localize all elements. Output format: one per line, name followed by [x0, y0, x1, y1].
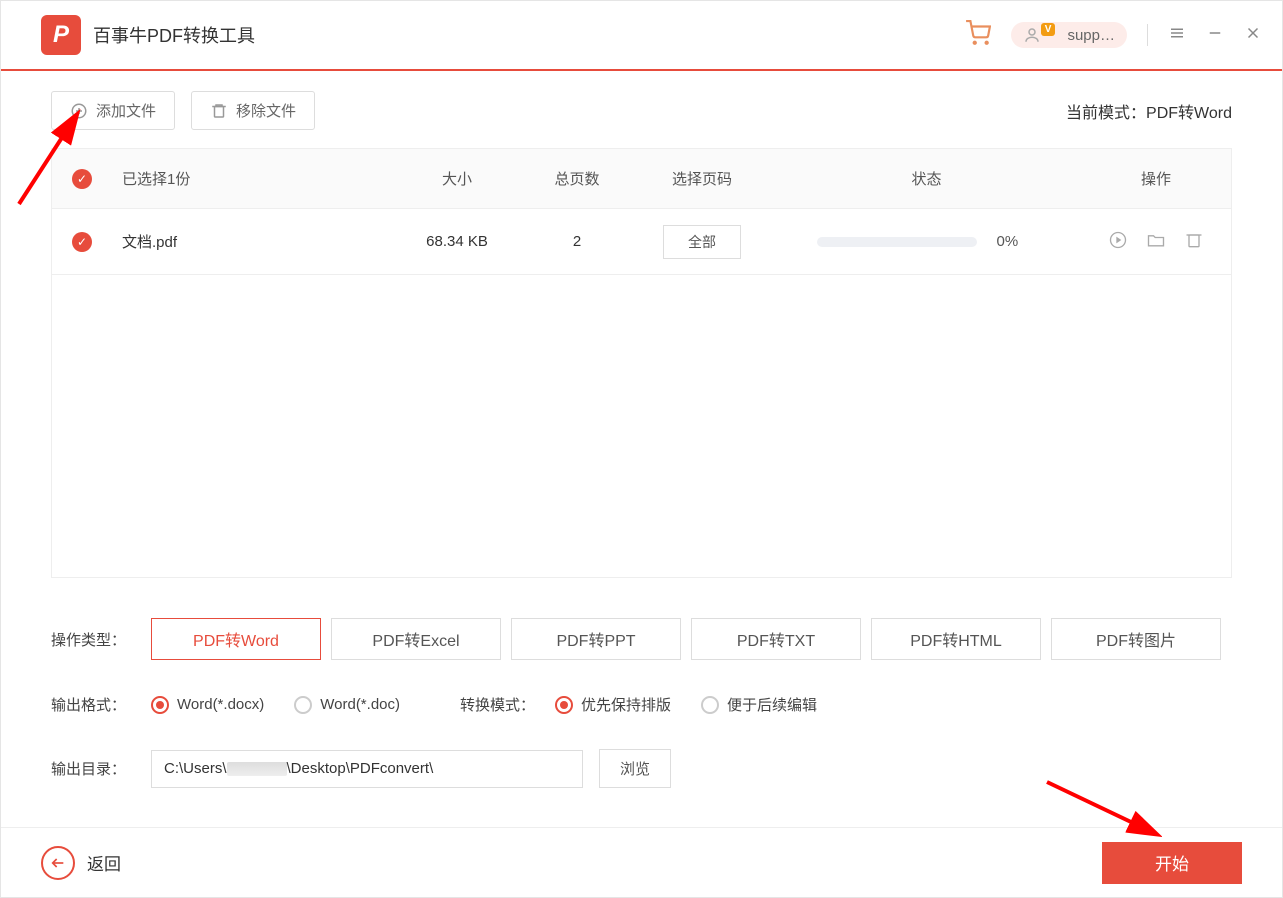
current-mode-label: 当前模式：PDF转Word — [1066, 99, 1232, 123]
radio-icon — [555, 696, 573, 714]
app-title: 百事牛PDF转换工具 — [93, 22, 255, 48]
col-selected: 已选择1份 — [112, 168, 392, 189]
file-pages: 2 — [522, 233, 632, 250]
options-panel: 操作类型： PDF转Word PDF转Excel PDF转PPT PDF转TXT… — [51, 578, 1232, 788]
operation-type-row: 操作类型： PDF转Word PDF转Excel PDF转PPT PDF转TXT… — [51, 618, 1232, 660]
user-icon — [1023, 26, 1041, 44]
select-all-checkbox[interactable]: ✓ — [72, 169, 92, 189]
table-row: ✓ 文档.pdf 68.34 KB 2 全部 0% — [52, 209, 1231, 275]
type-pdf-to-html[interactable]: PDF转HTML — [871, 618, 1041, 660]
select-pages-button[interactable]: 全部 — [663, 225, 741, 259]
mode-layout-radio[interactable]: 优先保持排版 — [555, 694, 671, 715]
col-pages: 总页数 — [522, 168, 632, 189]
cart-icon[interactable] — [965, 20, 991, 51]
table-header: ✓ 已选择1份 大小 总页数 选择页码 状态 操作 — [52, 149, 1231, 209]
file-size: 68.34 KB — [392, 233, 522, 250]
back-arrow-icon — [41, 846, 75, 880]
user-chip[interactable]: V supp… — [1011, 22, 1127, 48]
titlebar: P 百事牛PDF转换工具 V supp… — [1, 1, 1282, 71]
back-button[interactable]: 返回 — [41, 846, 121, 880]
output-dir-row: 输出目录： C:\Users\\Desktop\PDFconvert\ 浏览 — [51, 749, 1232, 788]
type-pdf-to-word[interactable]: PDF转Word — [151, 618, 321, 660]
vip-badge-icon: V — [1041, 23, 1056, 36]
folder-icon[interactable] — [1146, 230, 1166, 254]
app-logo-icon: P — [41, 15, 81, 55]
operation-type-label: 操作类型： — [51, 629, 151, 650]
play-icon[interactable] — [1108, 230, 1128, 254]
redacted-text — [227, 762, 287, 776]
content: 添加文件 移除文件 当前模式：PDF转Word ✓ 已选择1份 大小 总页数 选… — [1, 71, 1282, 788]
mode-edit-radio[interactable]: 便于后续编辑 — [701, 694, 817, 715]
close-icon[interactable] — [1244, 24, 1262, 47]
user-label: supp… — [1067, 27, 1115, 44]
type-pdf-to-image[interactable]: PDF转图片 — [1051, 618, 1221, 660]
add-file-button[interactable]: 添加文件 — [51, 91, 175, 130]
radio-icon — [294, 696, 312, 714]
convert-mode-label: 转换模式： — [460, 694, 535, 715]
col-ops: 操作 — [1081, 168, 1231, 189]
progress-bar — [817, 237, 977, 247]
col-size: 大小 — [392, 168, 522, 189]
radio-icon — [151, 696, 169, 714]
format-doc-radio[interactable]: Word(*.doc) — [294, 696, 400, 714]
type-pdf-to-txt[interactable]: PDF转TXT — [691, 618, 861, 660]
file-name: 文档.pdf — [112, 231, 392, 252]
format-row: 输出格式： Word(*.docx) Word(*.doc) 转换模式： 优先保… — [51, 694, 1232, 715]
divider — [1147, 24, 1148, 46]
radio-icon — [701, 696, 719, 714]
progress-percent: 0% — [997, 233, 1037, 250]
type-pdf-to-excel[interactable]: PDF转Excel — [331, 618, 501, 660]
type-pdf-to-ppt[interactable]: PDF转PPT — [511, 618, 681, 660]
trash-icon — [210, 102, 228, 120]
col-status: 状态 — [772, 168, 1081, 189]
footer: 返回 开始 — [1, 827, 1282, 897]
delete-icon[interactable] — [1184, 230, 1204, 254]
output-format-label: 输出格式： — [51, 694, 151, 715]
output-dir-label: 输出目录： — [51, 758, 151, 779]
app-window: P 百事牛PDF转换工具 V supp… — [0, 0, 1283, 898]
remove-file-button[interactable]: 移除文件 — [191, 91, 315, 130]
back-label: 返回 — [87, 850, 121, 875]
start-button[interactable]: 开始 — [1102, 842, 1242, 884]
menu-icon[interactable] — [1168, 24, 1186, 47]
col-select-pages: 选择页码 — [632, 168, 772, 189]
row-checkbox[interactable]: ✓ — [72, 232, 92, 252]
toolbar: 添加文件 移除文件 当前模式：PDF转Word — [51, 91, 1232, 130]
minimize-icon[interactable] — [1206, 24, 1224, 47]
file-table: ✓ 已选择1份 大小 总页数 选择页码 状态 操作 ✓ 文档.pdf 68.34… — [51, 148, 1232, 578]
format-docx-radio[interactable]: Word(*.docx) — [151, 696, 264, 714]
browse-button[interactable]: 浏览 — [599, 749, 671, 788]
plus-circle-icon — [70, 102, 88, 120]
output-dir-input[interactable]: C:\Users\\Desktop\PDFconvert\ — [151, 750, 583, 788]
